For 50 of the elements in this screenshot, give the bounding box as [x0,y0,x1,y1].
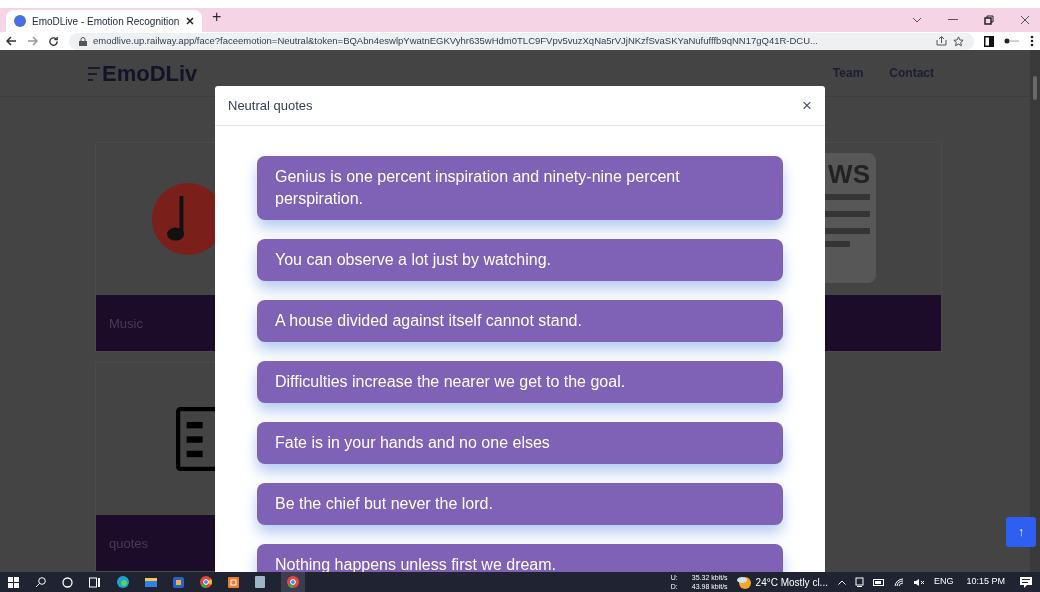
folder-icon[interactable] [145,577,157,587]
language-indicator[interactable]: ENG [933,575,954,589]
star-icon[interactable] [953,35,964,47]
quote-button[interactable]: Fate is in your hands and no one elses [257,422,783,464]
lock-icon [79,36,87,46]
quote-button[interactable]: Difficulties increase the nearer we get to the goal. [257,361,783,403]
restore-icon[interactable] [984,15,994,25]
logo-icon [88,65,100,81]
close-icon[interactable] [186,17,194,25]
forward-icon[interactable] [27,36,38,46]
new-tab-button[interactable]: + [212,5,222,29]
camera-icon[interactable] [854,576,864,588]
chrome-icon [287,576,299,588]
clock-text[interactable]: 10:15 PM [966,575,1005,589]
modal-title: Neutral quotes [228,96,314,115]
muted-speaker-icon[interactable] [912,577,925,587]
quote-button[interactable]: Be the chief but never the lord. [257,483,783,525]
share-icon[interactable] [936,36,947,46]
quote-button[interactable]: Genius is one percent inspiration and ninety-nine percent perspiration. [257,156,783,220]
weather-icon [735,575,752,589]
profile-icon[interactable] [1004,38,1020,44]
quote-button[interactable]: A house divided against itself cannot stand. [257,300,783,342]
app-icon[interactable] [228,576,239,588]
battery-icon[interactable] [872,578,885,586]
minimize-icon[interactable] [948,19,958,21]
edge-icon[interactable] [117,576,129,588]
weather-text[interactable]: 24°C Mostly cl... [755,574,828,590]
tab-title: EmoDLive - Emotion Recognition [32,14,180,29]
circle-icon[interactable] [62,576,73,588]
caret-up-icon[interactable] [837,579,846,585]
task-view-icon[interactable] [89,576,101,588]
browser-tab[interactable]: EmoDLive - Emotion Recognition [6,10,202,32]
sidebar-icon[interactable] [984,35,994,47]
wifi-icon[interactable] [893,577,904,587]
chevron-down-icon[interactable] [912,17,922,23]
windows-start-icon[interactable] [8,576,19,588]
notification-icon[interactable] [1020,576,1032,588]
url-text: emodlive.up.railway.app/face?faceemotion=Neutral&token=BQAbn4eswlpYwatnEGKVyhr635wHdm0TLC9FVpv5vuzXqNa5rVJjNKzfSvaSKYaNufufffb9qNN17gQ41R-DCU... [93,33,819,48]
back-icon[interactable] [6,36,17,46]
menu-icon[interactable] [1030,35,1034,47]
reload-icon[interactable] [48,35,59,47]
search-icon[interactable] [35,576,46,588]
chrome-icon[interactable] [200,576,212,588]
site-icon [14,15,26,27]
active-app-tile[interactable] [281,572,305,592]
store-icon[interactable] [173,576,184,588]
address-bar[interactable]: emodlive.up.railway.app/face?faceemotion=Neutral&token=BQAbn4eswlpYwatnEGKVyhr635wHdm0TLC9FVpv5vuzXqNa5rVJjNKzfSvaSKYaNufufffb9qNN17gQ41R-DCU... [69,32,974,50]
close-button[interactable]: × [802,97,812,114]
scroll-to-top-button[interactable]: ↑ [1006,517,1036,547]
quote-button[interactable]: You can observe a lot just by watching. [257,239,783,281]
